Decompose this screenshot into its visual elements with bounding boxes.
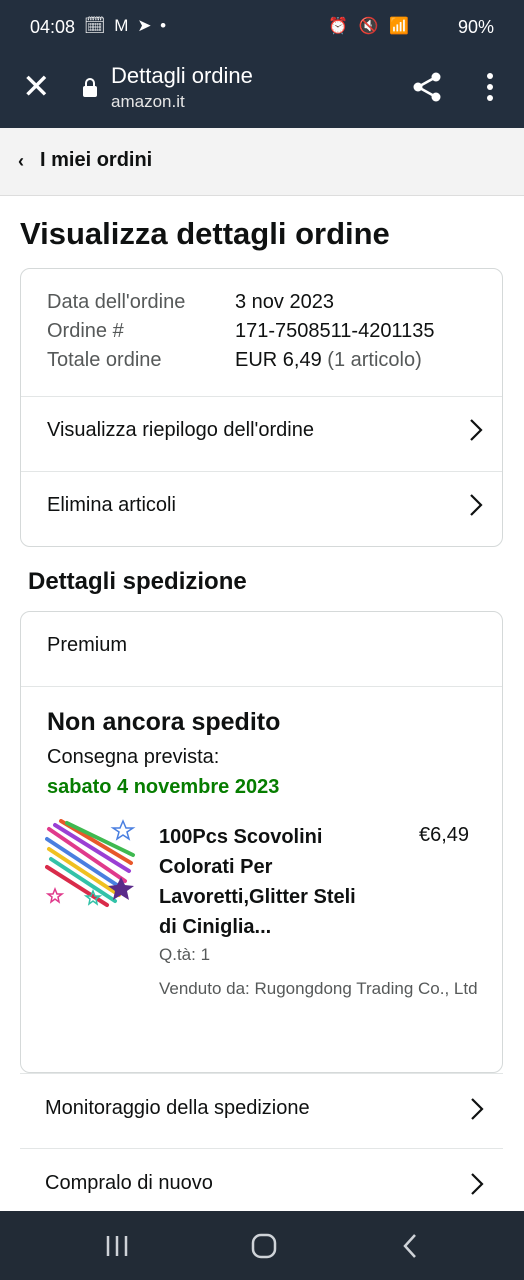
delivery-eta-label: Consegna prevista:	[47, 746, 220, 768]
shipment-status: Non ancora spedito	[47, 708, 281, 736]
order-date-label: Data dell'ordine	[47, 291, 186, 313]
status-time: 04:08	[30, 17, 76, 37]
lock-icon	[83, 78, 97, 97]
shipment-heading: Dettagli spedizione	[28, 568, 247, 595]
track-shipment-label: Monitoraggio della spedizione	[45, 1097, 310, 1119]
order-total-label: Totale ordine	[47, 349, 162, 371]
browser-header: ✕ Dettagli ordine amazon.it	[0, 56, 524, 128]
system-icons: ⏰ 🔇 📶	[328, 18, 412, 35]
chevron-right-icon	[471, 1173, 484, 1195]
shipping-type: Premium	[47, 634, 128, 656]
recent-apps-icon[interactable]	[102, 1231, 132, 1261]
chevron-left-icon: ‹	[18, 151, 24, 171]
system-nav-bar	[0, 1211, 524, 1280]
delivery-eta-date: sabato 4 novembre 2023	[47, 776, 280, 798]
delete-items-link[interactable]: Elimina articoli	[21, 472, 502, 546]
divider	[21, 686, 502, 687]
product-thumbnail[interactable]	[45, 819, 139, 915]
order-total-items: (1 articolo)	[327, 349, 422, 371]
chevron-right-icon	[471, 1098, 484, 1120]
browser-domain: amazon.it	[111, 92, 185, 111]
browser-title: Dettagli ordine	[111, 63, 253, 88]
product-price: €6,49	[419, 824, 470, 846]
view-order-summary-label: Visualizza riepilogo dell'ordine	[47, 419, 314, 441]
breadcrumb-my-orders[interactable]: I miei ordini	[40, 149, 152, 172]
delete-items-label: Elimina articoli	[47, 494, 176, 516]
product-quantity: Q.tà: 1	[159, 945, 211, 964]
home-icon[interactable]	[249, 1231, 279, 1261]
order-number-label: Ordine #	[47, 320, 124, 342]
order-total-amount: EUR 6,49	[235, 349, 322, 371]
shipment-card: Premium Non ancora spedito Consegna prev…	[20, 611, 503, 1073]
track-shipment-link[interactable]: Monitoraggio della spedizione	[20, 1073, 503, 1147]
buy-again-label: Compralo di nuovo	[45, 1172, 213, 1194]
chevron-right-icon	[470, 494, 483, 516]
order-number-value: 171-7508511-4201135	[235, 320, 435, 342]
more-vert-icon[interactable]	[476, 70, 504, 104]
status-bar: 04:08 🗓 M ➤ • ⏰ 🔇 📶 90%	[0, 0, 524, 56]
product-seller: Venduto da: Rugongdong Trading Co., Ltd	[159, 979, 478, 998]
battery-level: 90%	[457, 17, 494, 37]
chevron-right-icon	[470, 419, 483, 441]
page-title: Visualizza dettagli ordine	[20, 216, 390, 251]
breadcrumb[interactable]: ‹ I miei ordini	[0, 128, 524, 196]
order-info-card: Data dell'ordine 3 nov 2023 Ordine # 171…	[20, 268, 503, 547]
back-icon[interactable]	[396, 1231, 426, 1261]
share-icon[interactable]	[410, 70, 444, 104]
notification-icons: 🗓 M ➤ •	[84, 16, 169, 35]
order-total-value: EUR 6,49 (1 articolo)	[235, 349, 422, 372]
order-date-value: 3 nov 2023	[235, 291, 334, 313]
close-icon[interactable]: ✕	[22, 70, 51, 104]
product-title-link[interactable]: 100Pcs Scovolini Colorati Per Lavoretti,…	[159, 822, 374, 942]
view-order-summary-link[interactable]: Visualizza riepilogo dell'ordine	[21, 397, 502, 471]
